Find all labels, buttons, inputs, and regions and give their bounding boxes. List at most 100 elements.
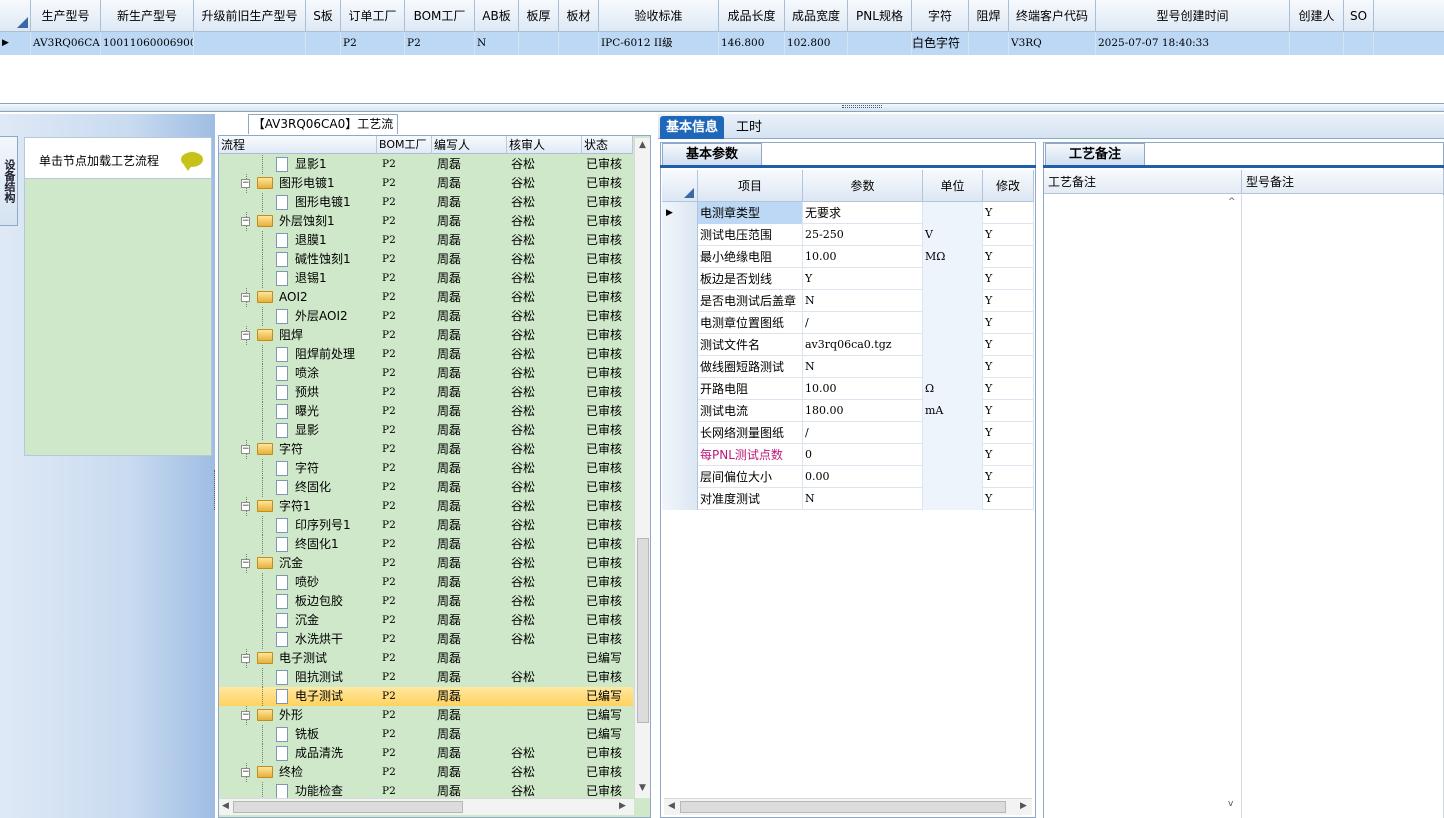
cell-customer-code[interactable]: V3RQ (1009, 32, 1096, 55)
param-edit-cell[interactable]: Y (983, 466, 1034, 488)
tree-row[interactable]: 图形电镀1 P2 周磊 谷松 已审核 (219, 193, 633, 212)
param-unit-cell[interactable]: MΩ (923, 246, 983, 268)
tree-row[interactable]: 退锡1 P2 周磊 谷松 已审核 (219, 269, 633, 288)
cell-prod-model[interactable]: AV3RQ06CA0 (31, 32, 101, 55)
tree-row[interactable]: 印序列号1 P2 周磊 谷松 已审核 (219, 516, 633, 535)
row-header[interactable] (662, 378, 698, 400)
row-header[interactable] (662, 466, 698, 488)
tree-row[interactable]: 阻焊前处理 P2 周磊 谷松 已审核 (219, 345, 633, 364)
params-horizontal-scrollbar[interactable]: ◀ ▶ (664, 798, 1032, 815)
param-edit-cell[interactable]: Y (983, 202, 1034, 224)
column-header[interactable]: 成品宽度 (785, 0, 848, 32)
scroll-right-icon[interactable]: ▶ (619, 801, 626, 811)
param-edit-cell[interactable]: Y (983, 400, 1034, 422)
param-value-cell[interactable]: 0 (803, 444, 923, 466)
param-col-unit[interactable]: 单位 (923, 170, 983, 202)
param-edit-cell[interactable]: Y (983, 290, 1034, 312)
cell-width[interactable]: 102.800 (785, 32, 848, 55)
tree-row[interactable]: − 字符 P2 周磊 谷松 已审核 (219, 440, 633, 459)
param-unit-cell[interactable] (923, 356, 983, 378)
collapse-icon[interactable]: − (241, 559, 250, 568)
param-row[interactable]: 最小绝缘电阻 10.00 MΩ Y (662, 246, 1034, 268)
param-row[interactable]: 测试电压范围 25-250 V Y (662, 224, 1034, 246)
param-value-cell[interactable]: N (803, 356, 923, 378)
scroll-down-icon[interactable]: v (1228, 799, 1233, 809)
scroll-up-icon[interactable]: ▲ (639, 140, 646, 150)
param-edit-cell[interactable]: Y (983, 312, 1034, 334)
param-row[interactable]: 板边是否划线 Y Y (662, 268, 1034, 290)
collapse-icon[interactable]: − (241, 502, 250, 511)
collapse-icon[interactable]: − (241, 179, 250, 188)
tree-row[interactable]: 字符 P2 周磊 谷松 已审核 (219, 459, 633, 478)
param-value-cell[interactable]: 25-250 (803, 224, 923, 246)
param-value-cell[interactable]: 10.00 (803, 378, 923, 400)
tree-row[interactable]: 成品清洗 P2 周磊 谷松 已审核 (219, 744, 633, 763)
cell-bom-factory[interactable]: P2 (405, 32, 475, 55)
row-header[interactable] (662, 334, 698, 356)
tree-row[interactable]: 铣板 P2 周磊 已编写 (219, 725, 633, 744)
row-header[interactable] (662, 488, 698, 510)
param-unit-cell[interactable]: Ω (923, 378, 983, 400)
collapse-icon[interactable]: − (241, 711, 250, 720)
column-header[interactable]: AB板 (475, 0, 519, 32)
tree-row[interactable]: 退膜1 P2 周磊 谷松 已审核 (219, 231, 633, 250)
column-header[interactable]: 升级前旧生产型号 (194, 0, 306, 32)
grid-corner[interactable] (0, 0, 31, 32)
param-row[interactable]: 层间偏位大小 0.00 Y (662, 466, 1034, 488)
param-edit-cell[interactable]: Y (983, 356, 1034, 378)
param-value-cell[interactable]: N (803, 488, 923, 510)
tree-row[interactable]: 阻抗测试 P2 周磊 谷松 已审核 (219, 668, 633, 687)
tree-row[interactable]: 喷涂 P2 周磊 谷松 已审核 (219, 364, 633, 383)
row-header[interactable] (662, 444, 698, 466)
param-row[interactable]: 是否电测试后盖章 N Y (662, 290, 1034, 312)
column-header[interactable]: S板 (306, 0, 341, 32)
param-value-cell[interactable]: / (803, 312, 923, 334)
cell-standard[interactable]: IPC-6012 II级 (599, 32, 719, 55)
tab-basic-info[interactable]: 基本信息 (660, 116, 725, 139)
param-unit-cell[interactable]: mA (923, 400, 983, 422)
param-value-cell[interactable]: 0.00 (803, 466, 923, 488)
param-value-cell[interactable]: 10.00 (803, 246, 923, 268)
tree-col-bom[interactable]: BOM工厂 (377, 136, 432, 154)
tree-row[interactable]: 预烘 P2 周磊 谷松 已审核 (219, 383, 633, 402)
cell-s-board[interactable] (306, 32, 341, 55)
collapse-icon[interactable]: − (241, 331, 250, 340)
tree-col-status[interactable]: 状态 (582, 136, 633, 154)
cell-old-model[interactable] (194, 32, 306, 55)
row-header[interactable] (662, 290, 698, 312)
tree-row[interactable]: − AOI2 P2 周磊 谷松 已审核 (219, 288, 633, 307)
param-row[interactable]: 测试电流 180.00 mA Y (662, 400, 1034, 422)
param-unit-cell[interactable] (923, 202, 983, 224)
column-header[interactable]: 板厚 (519, 0, 559, 32)
param-edit-cell[interactable]: Y (983, 268, 1034, 290)
param-edit-cell[interactable]: Y (983, 246, 1034, 268)
tree-row[interactable]: − 阻焊 P2 周磊 谷松 已审核 (219, 326, 633, 345)
row-header[interactable] (662, 400, 698, 422)
param-unit-cell[interactable] (923, 488, 983, 510)
row-header[interactable] (662, 312, 698, 334)
scroll-right-icon[interactable]: ▶ (1020, 801, 1027, 811)
param-value-cell[interactable]: N (803, 290, 923, 312)
param-col-value[interactable]: 参数 (803, 170, 923, 202)
table-row[interactable]: ▶ AV3RQ06CA0 10011060006900 P2 P2 N IPC-… (0, 32, 1444, 55)
tree-row[interactable]: − 电子测试 P2 周磊 已编写 (219, 649, 633, 668)
param-unit-cell[interactable] (923, 290, 983, 312)
param-unit-cell[interactable] (923, 444, 983, 466)
tree-horizontal-scrollbar[interactable]: ◀ ▶ (219, 798, 634, 815)
param-edit-cell[interactable]: Y (983, 224, 1034, 246)
load-process-button[interactable]: 单击节点加载工艺流程 (24, 137, 212, 179)
scroll-up-icon[interactable]: ^ (1228, 197, 1236, 207)
tree-col-reviewer[interactable]: 核审人 (507, 136, 582, 154)
process-note-field[interactable]: ^ v (1044, 195, 1242, 818)
param-unit-cell[interactable] (923, 334, 983, 356)
row-header[interactable] (662, 268, 698, 290)
note-col-process[interactable]: 工艺备注 (1044, 170, 1242, 194)
column-header[interactable]: 创建人 (1290, 0, 1344, 32)
param-edit-cell[interactable]: Y (983, 422, 1034, 444)
tree-row[interactable]: 喷砂 P2 周磊 谷松 已审核 (219, 573, 633, 592)
param-value-cell[interactable]: av3rq06ca0.tgz (803, 334, 923, 356)
collapse-icon[interactable]: − (241, 217, 250, 226)
tree-col-flow[interactable]: 流程 (219, 136, 377, 154)
tree-row[interactable]: 终固化1 P2 周磊 谷松 已审核 (219, 535, 633, 554)
tree-row[interactable]: 板边包胶 P2 周磊 谷松 已审核 (219, 592, 633, 611)
